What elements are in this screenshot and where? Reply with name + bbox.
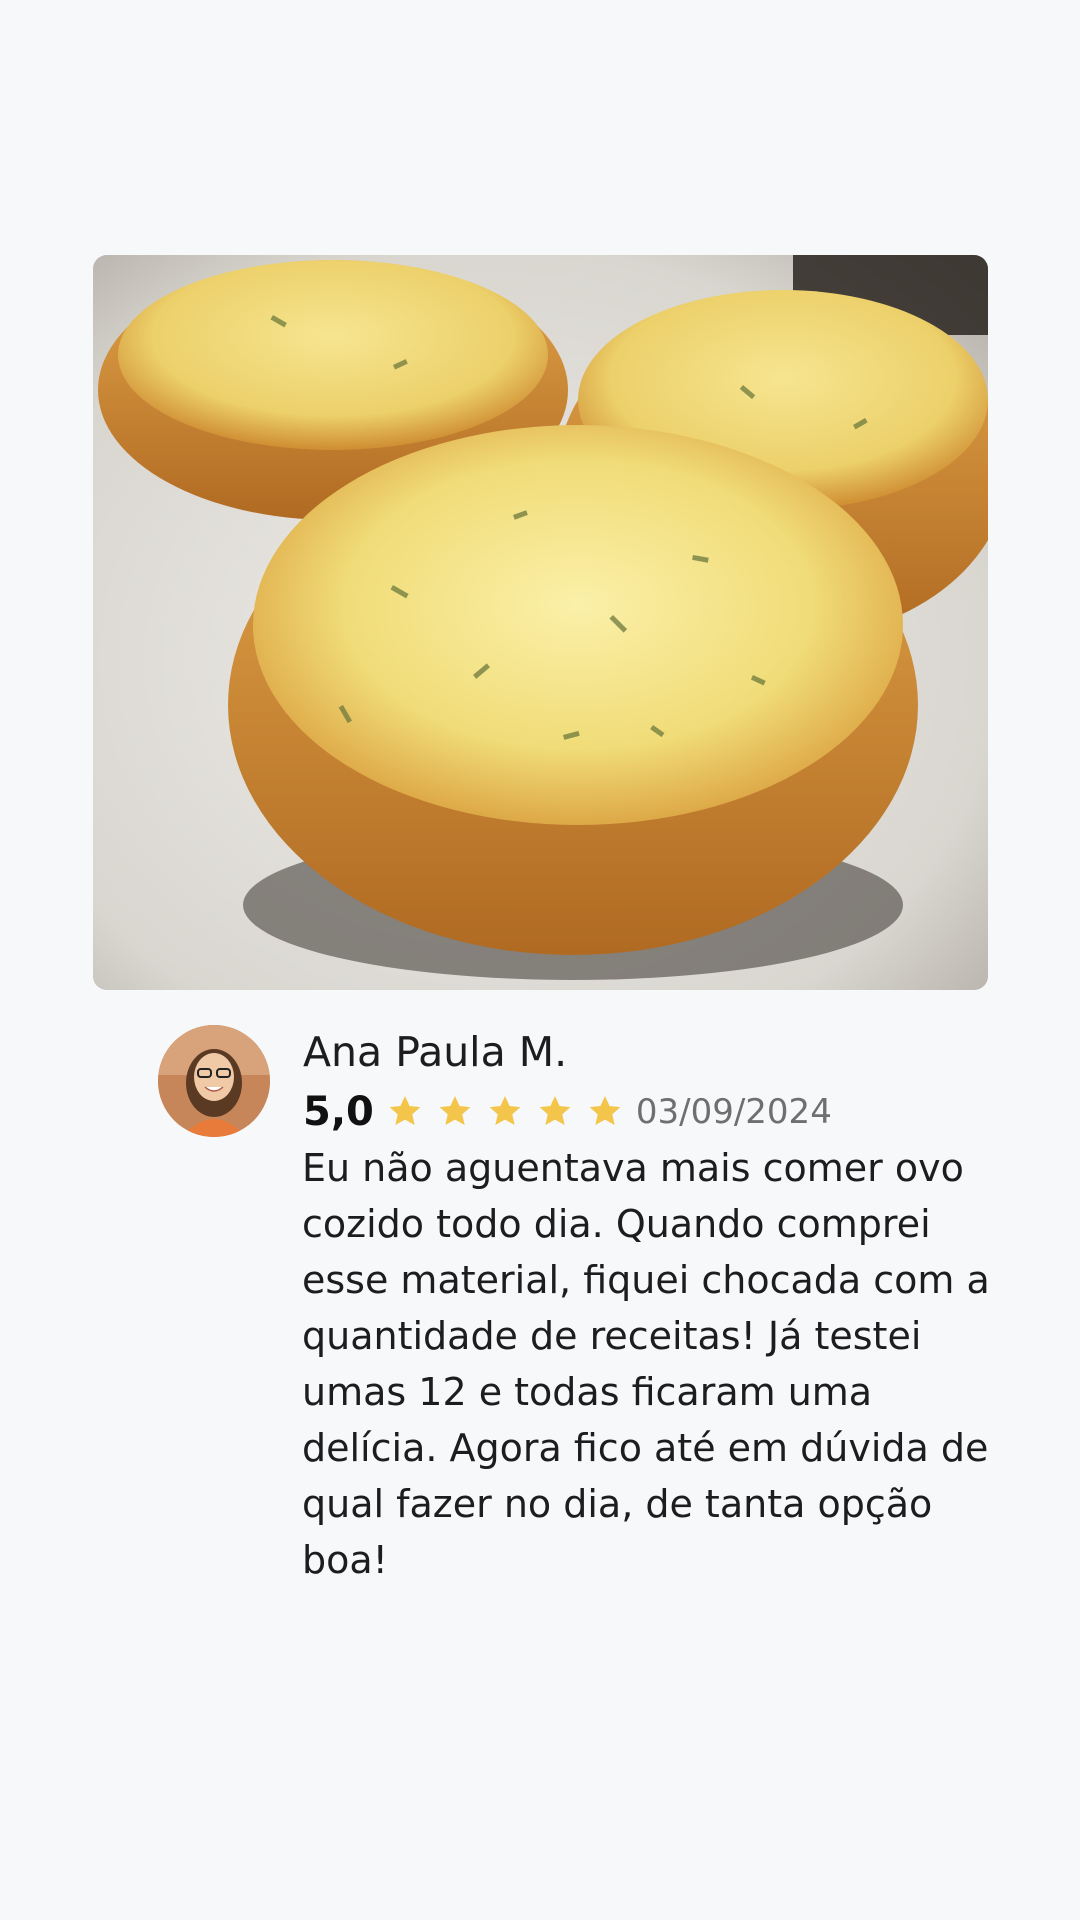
star-icon bbox=[386, 1093, 424, 1131]
rating-row: 5,0 03/09/2024 bbox=[303, 1086, 832, 1138]
star-icon bbox=[536, 1093, 574, 1131]
star-rating bbox=[386, 1093, 636, 1131]
reviewer-avatar bbox=[158, 1025, 270, 1137]
review-date: 03/09/2024 bbox=[635, 1092, 832, 1132]
reviewer-name: Ana Paula M. bbox=[303, 1028, 568, 1076]
review-text: Eu não aguentava mais comer ovo cozido t… bbox=[302, 1146, 990, 1582]
star-icon bbox=[486, 1093, 524, 1131]
review-photo bbox=[93, 255, 988, 990]
rating-value: 5,0 bbox=[303, 1089, 374, 1135]
food-photo-quiche-icon bbox=[93, 255, 988, 990]
user-avatar-icon bbox=[158, 1025, 270, 1137]
star-icon bbox=[436, 1093, 474, 1131]
star-icon bbox=[586, 1093, 624, 1131]
